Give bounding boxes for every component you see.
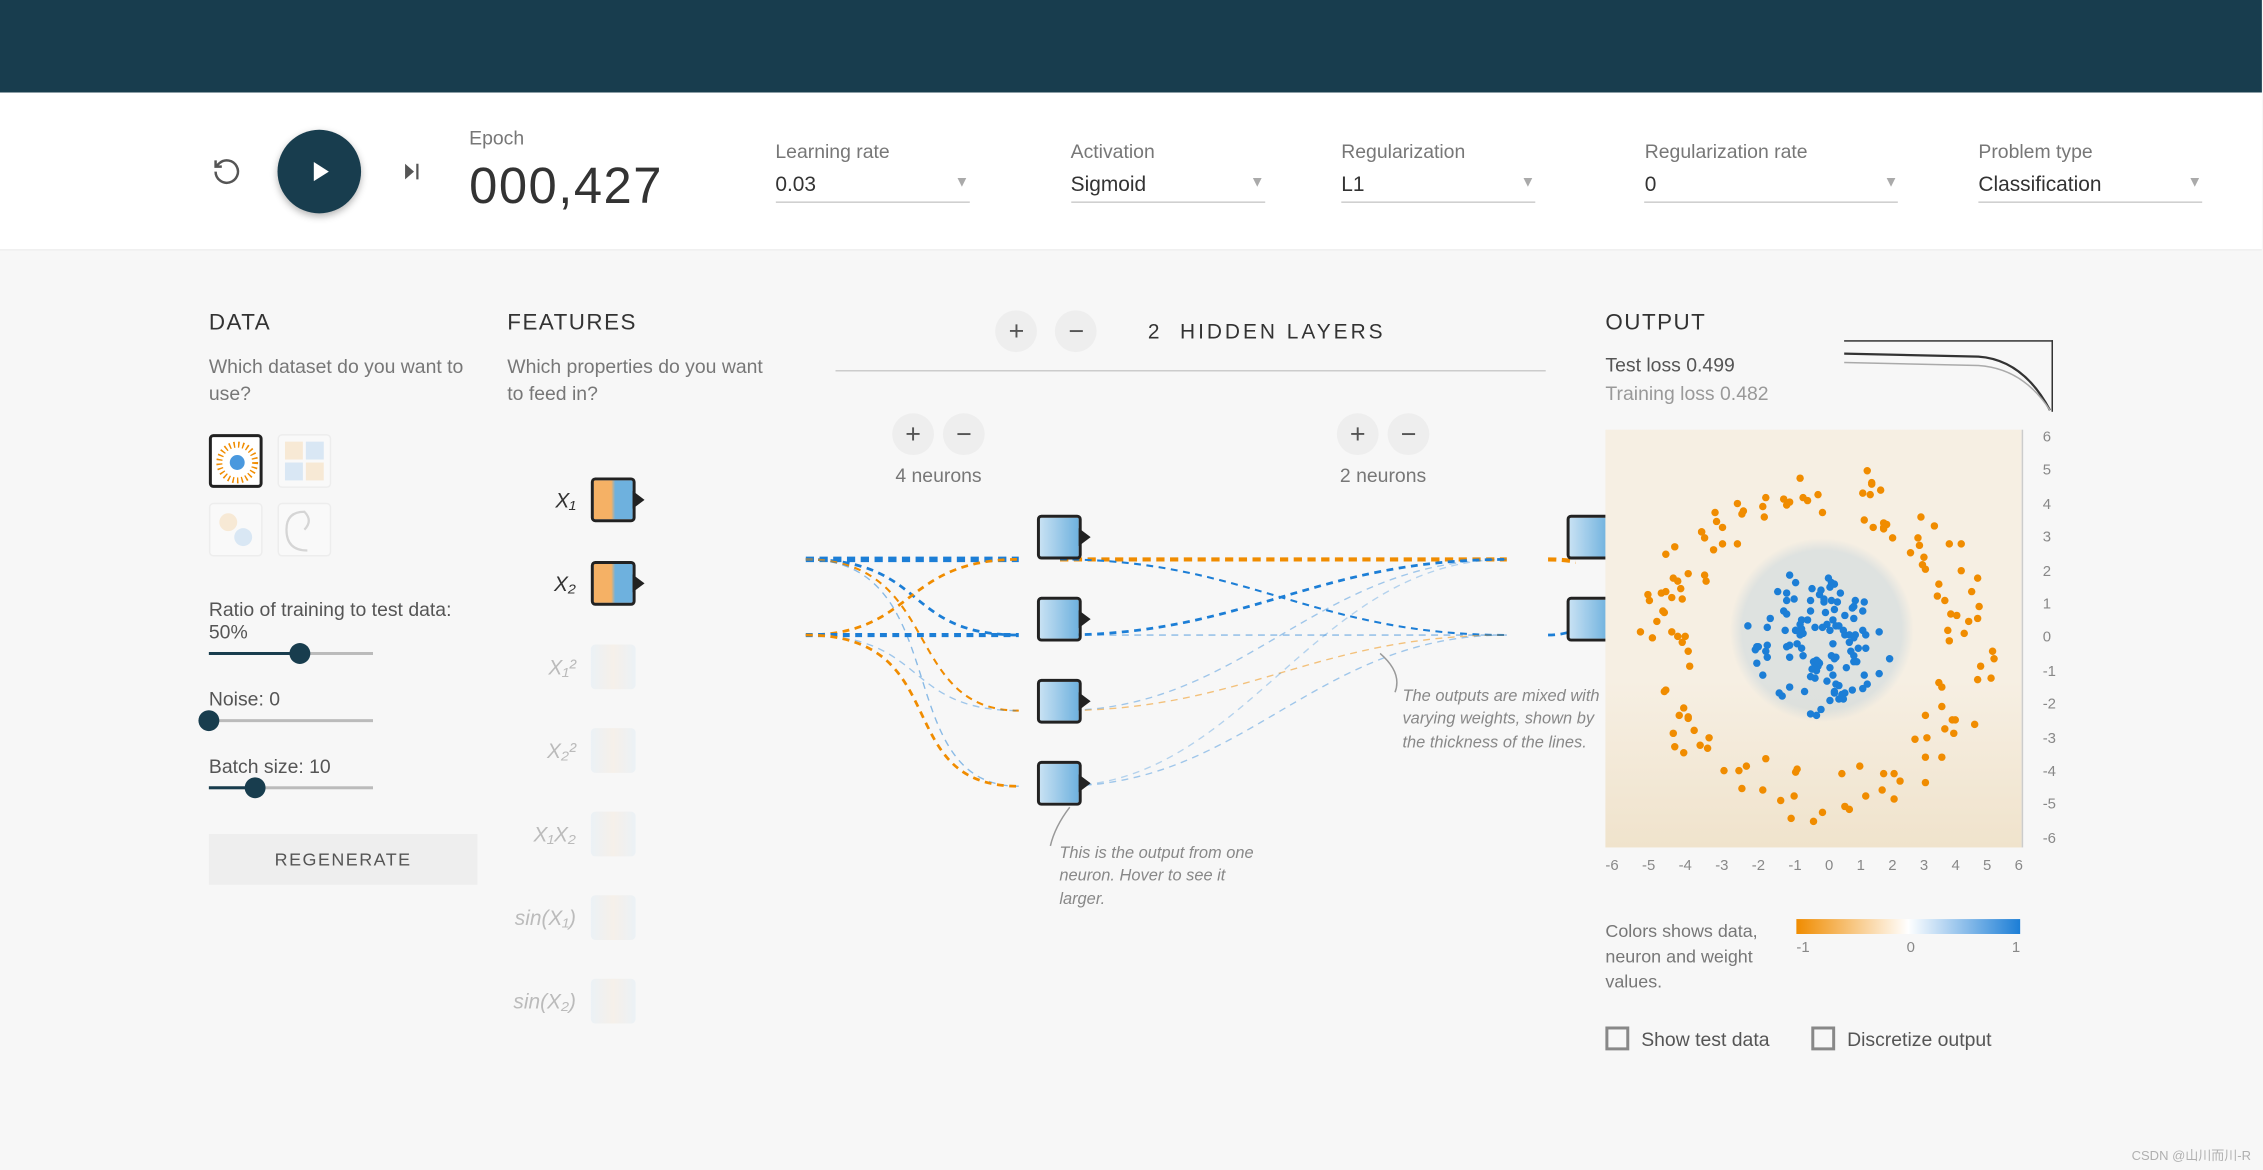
feature-input-4[interactable] (591, 812, 636, 857)
neuron-l1-4[interactable] (1037, 761, 1082, 806)
show-test-checkbox[interactable]: Show test data (1605, 1027, 1769, 1051)
dataset-gauss[interactable] (209, 503, 263, 557)
regenerate-button[interactable]: REGENERATE (209, 835, 478, 886)
play-button[interactable] (278, 129, 362, 213)
remove-neuron-l2-button[interactable]: − (1388, 413, 1430, 455)
add-layer-button[interactable]: + (996, 310, 1038, 352)
feature-label: X₁² (507, 656, 576, 680)
activation-label: Activation (1071, 140, 1282, 162)
output-plot[interactable]: 6543210-1-2-3-4-5-6 -6-5-4-3-2-10123456 (1605, 430, 2023, 848)
data-heading: DATA (209, 310, 478, 335)
ratio-slider[interactable] (209, 653, 373, 656)
reset-icon[interactable] (209, 153, 245, 189)
batch-slider[interactable] (209, 787, 373, 790)
neuron-l1-3[interactable] (1037, 679, 1082, 724)
feature-input-1[interactable] (591, 562, 636, 607)
problem-select[interactable]: Classification▼ (1978, 171, 2202, 202)
ratio-label: Ratio of training to test data: 50% (209, 599, 478, 644)
chevron-down-icon: ▼ (1884, 175, 1899, 191)
features-subtext: Which properties do you want to feed in? (507, 354, 776, 408)
chevron-down-icon: ▼ (1520, 175, 1535, 191)
dataset-spiral[interactable] (278, 503, 332, 557)
watermark: CSDN @山川而川-R (2132, 1145, 2251, 1164)
toolbar: Epoch 000,427 Learning rate 0.03▼ Activa… (0, 93, 2262, 251)
feature-label: sin(X₂) (507, 990, 576, 1014)
discretize-checkbox[interactable]: Discretize output (1811, 1027, 1991, 1051)
layer-count: 2 (1148, 319, 1163, 343)
legend-text: Colors shows data, neuron and weight val… (1605, 919, 1769, 994)
noise-label: Noise: 0 (209, 688, 478, 710)
output-heading: OUTPUT (1605, 310, 2053, 335)
dataset-xor[interactable] (278, 435, 332, 489)
chevron-down-icon: ▼ (1250, 175, 1265, 191)
feature-input-3[interactable] (591, 729, 636, 774)
noise-slider[interactable] (209, 720, 373, 723)
dataset-circle[interactable] (209, 435, 263, 489)
reg-rate-select[interactable]: 0▼ (1645, 171, 1899, 202)
layer2-count: 2 neurons (1340, 464, 1426, 486)
feature-label: sin(X₁) (507, 906, 576, 930)
add-neuron-l2-button[interactable]: + (1337, 413, 1379, 455)
regularization-select[interactable]: L1▼ (1341, 171, 1535, 202)
weights-callout: The outputs are mixed with varying weigh… (1402, 686, 1611, 755)
feature-input-6[interactable] (591, 979, 636, 1024)
epoch-label: Epoch (469, 126, 716, 148)
loss-chart (1844, 340, 2053, 412)
feature-label: X₁ (507, 488, 576, 512)
learning-rate-select[interactable]: 0.03▼ (775, 171, 969, 202)
activation-select[interactable]: Sigmoid▼ (1071, 171, 1265, 202)
neuron-callout: This is the output from one neuron. Hove… (1059, 843, 1268, 912)
feature-input-2[interactable] (591, 645, 636, 690)
layer1-count: 4 neurons (895, 464, 981, 486)
color-gradient (1796, 919, 2020, 934)
feature-label: X₂² (507, 739, 576, 763)
problem-label: Problem type (1978, 140, 2202, 162)
learning-rate-label: Learning rate (775, 140, 1011, 162)
feature-label: X₁X₂ (507, 823, 576, 847)
chevron-down-icon: ▼ (2187, 175, 2202, 191)
neuron-l1-1[interactable] (1037, 515, 1082, 560)
data-subtext: Which dataset do you want to use? (209, 354, 478, 408)
step-icon[interactable] (394, 153, 430, 189)
feature-input-0[interactable] (591, 478, 636, 523)
remove-layer-button[interactable]: − (1055, 310, 1097, 352)
regularization-label: Regularization (1341, 140, 1585, 162)
chevron-down-icon: ▼ (955, 175, 970, 191)
features-heading: FEATURES (507, 310, 776, 335)
remove-neuron-l1-button[interactable]: − (943, 413, 985, 455)
connection-wires (806, 507, 1576, 1134)
reg-rate-label: Regularization rate (1645, 140, 1919, 162)
feature-input-5[interactable] (591, 896, 636, 941)
batch-label: Batch size: 10 (209, 756, 478, 778)
feature-label: X₂ (507, 572, 576, 596)
top-banner (0, 0, 2262, 93)
add-neuron-l1-button[interactable]: + (892, 413, 934, 455)
hidden-layers-title: HIDDEN LAYERS (1180, 319, 1386, 343)
epoch-value: 000,427 (469, 157, 716, 215)
neuron-l1-2[interactable] (1037, 597, 1082, 642)
